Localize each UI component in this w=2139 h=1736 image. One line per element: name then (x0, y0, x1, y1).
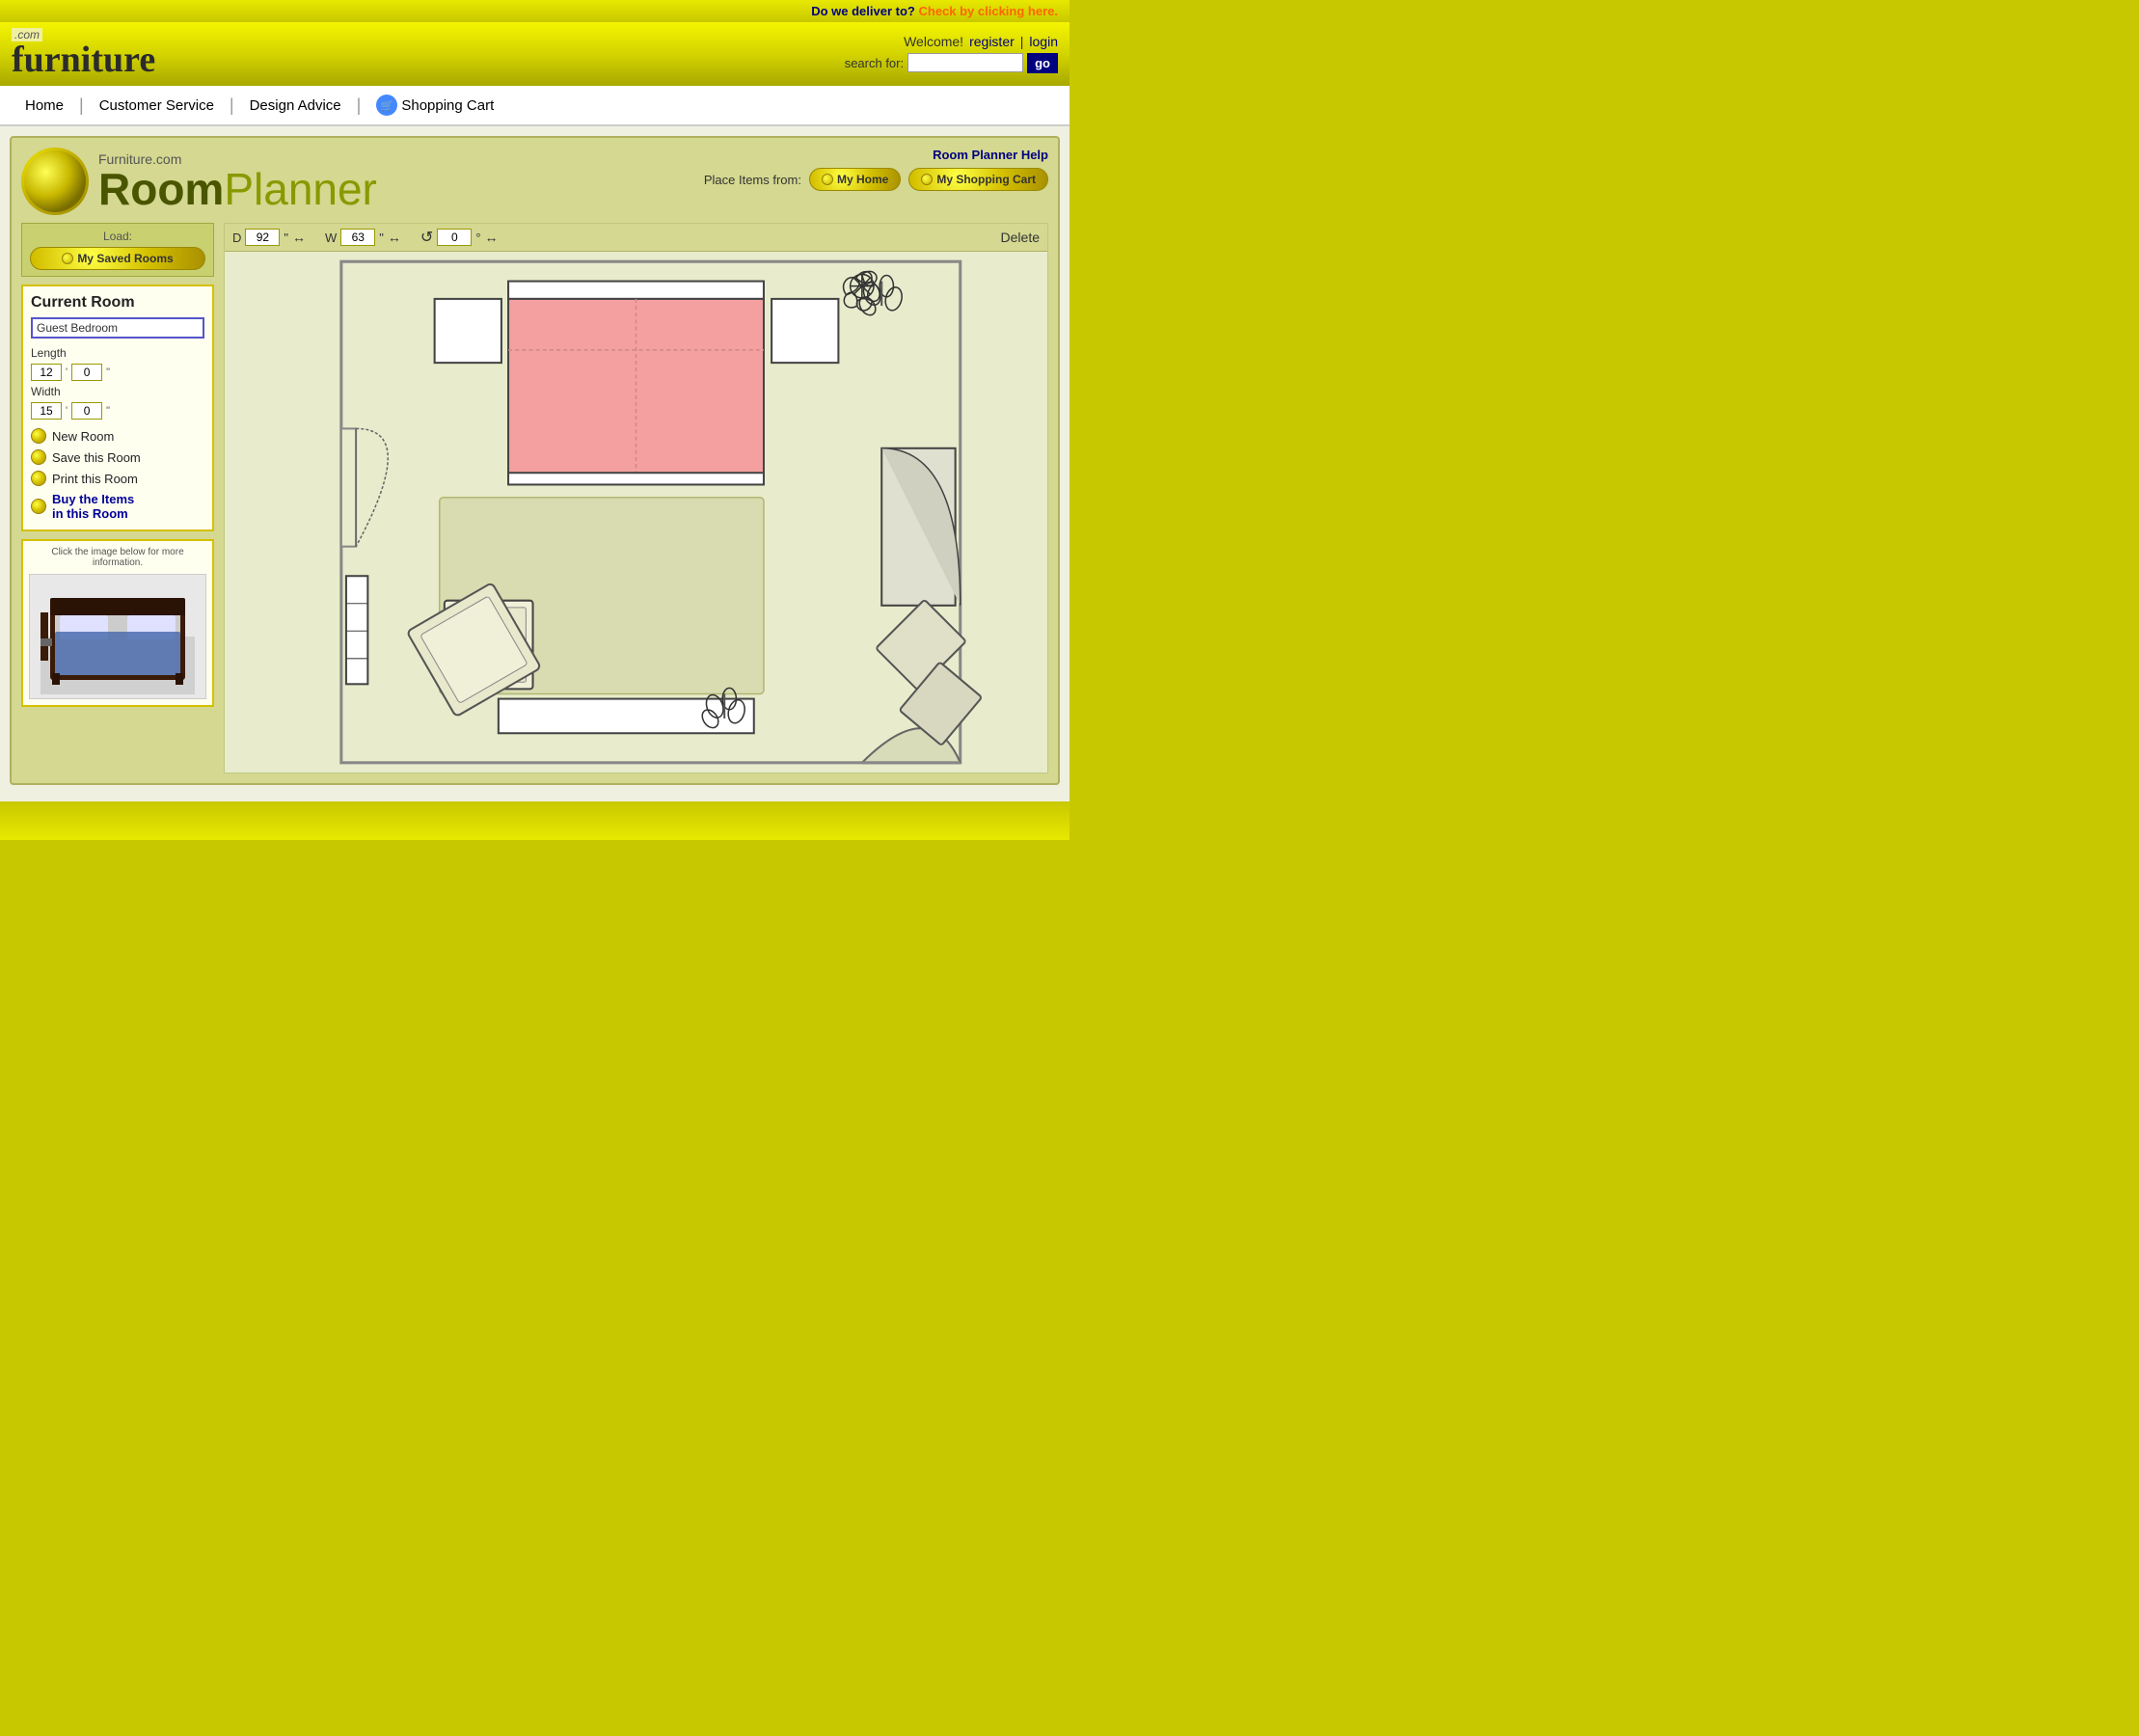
save-room-button[interactable]: Save this Room (31, 448, 204, 466)
room-floor-plan[interactable] (225, 252, 1047, 773)
planner-logo: Furniture.com RoomPlanner (21, 148, 377, 215)
nav-home[interactable]: Home (10, 97, 79, 114)
delivery-link[interactable]: Check by clicking here. (918, 4, 1058, 18)
save-room-dot-icon (31, 449, 46, 465)
login-link[interactable]: login (1029, 34, 1058, 49)
bed-illustration (41, 579, 195, 694)
logo-name: furniture (12, 41, 155, 78)
header-right: Welcome! register | login search for: go (845, 34, 1058, 73)
width-unit: " (106, 405, 110, 417)
depth-label: D (232, 231, 241, 245)
delete-button[interactable]: Delete (1001, 230, 1040, 245)
length-unit: " (106, 366, 110, 378)
saved-rooms-button[interactable]: My Saved Rooms (30, 247, 205, 270)
length-in-input[interactable] (71, 364, 102, 381)
length-label: Length (31, 346, 67, 360)
planner-logo-circle (21, 148, 89, 215)
load-section: Load: My Saved Rooms (21, 223, 214, 277)
width-ctrl-unit: " (379, 231, 384, 245)
nav-shopping-cart[interactable]: 🛒 Shopping Cart (361, 95, 509, 116)
delivery-bar: Do we deliver to? Check by clicking here… (0, 0, 1070, 22)
nav-customer-service[interactable]: Customer Service (84, 97, 230, 114)
saved-rooms-dot-icon (62, 253, 73, 264)
current-room-panel: Current Room Length ' " Width (21, 285, 214, 531)
separator: | (1020, 34, 1024, 49)
nav-design-advice[interactable]: Design Advice (234, 97, 357, 114)
planner-label: Planner (224, 164, 377, 214)
rotate-icon: ↺ (420, 228, 433, 247)
rotation-input[interactable] (437, 229, 472, 246)
load-label: Load: (30, 230, 205, 243)
width-ctrl-input[interactable] (340, 229, 375, 246)
depth-unit: " (284, 231, 288, 245)
info-panel-note: Click the image below for more informati… (29, 547, 206, 568)
width-label: Width (31, 385, 61, 398)
room-actions: New Room Save this Room Print this Room (31, 427, 204, 522)
dim-controls: D " ↔ W " ↔ ↺ ° ↔ (225, 224, 1047, 252)
main-content: Furniture.com RoomPlanner Room Planner H… (0, 126, 1070, 801)
floor-plan-svg (225, 252, 1047, 773)
room-planner-help-link[interactable]: Room Planner Help (704, 148, 1048, 162)
cart-label: Shopping Cart (401, 97, 494, 114)
length-ft-input[interactable] (31, 364, 62, 381)
planner-top-right: Room Planner Help Place Items from: My H… (704, 148, 1048, 191)
room-canvas-area: D " ↔ W " ↔ ↺ ° ↔ (224, 223, 1048, 773)
new-room-button[interactable]: New Room (31, 427, 204, 445)
width-row: Width (31, 385, 204, 398)
my-home-dot-icon (822, 174, 833, 185)
my-shopping-cart-button[interactable]: My Shopping Cart (908, 168, 1048, 191)
bed-image[interactable] (29, 574, 206, 699)
register-link[interactable]: register (969, 34, 1015, 49)
planner-title: Furniture.com RoomPlanner (98, 151, 377, 211)
length-row: Length (31, 346, 204, 360)
left-panel: Load: My Saved Rooms Current Room Length (21, 223, 214, 773)
width-ctrl-label: W (325, 231, 337, 245)
depth-input[interactable] (245, 229, 280, 246)
new-room-dot-icon (31, 428, 46, 444)
my-home-button[interactable]: My Home (809, 168, 901, 191)
cart-icon: 🛒 (376, 95, 397, 116)
planner-top: Furniture.com RoomPlanner Room Planner H… (21, 148, 1048, 215)
bottom-bar (0, 801, 1070, 840)
my-cart-dot-icon (921, 174, 933, 185)
print-room-dot-icon (31, 471, 46, 486)
degree-unit: ° (475, 231, 480, 245)
room-label: Room (98, 164, 224, 214)
buy-items-dot-icon (31, 499, 46, 514)
place-items-label: Place Items from: (704, 173, 801, 187)
delivery-label: Do we deliver to? (811, 4, 915, 18)
logo-area: .com furniture (12, 28, 155, 78)
search-label: search for: (845, 56, 904, 70)
buy-items-button[interactable]: Buy the Items in this Room (31, 491, 204, 522)
header: .com furniture Welcome! register | login… (0, 22, 1070, 86)
nav-bar: Home | Customer Service | Design Advice … (0, 86, 1070, 126)
place-items-row: Place Items from: My Home My Shopping Ca… (704, 168, 1048, 191)
room-planner-container: Furniture.com RoomPlanner Room Planner H… (10, 136, 1060, 785)
width-ft-input[interactable] (31, 402, 62, 420)
go-button[interactable]: go (1027, 53, 1058, 73)
info-panel: Click the image below for more informati… (21, 539, 214, 707)
current-room-title: Current Room (31, 294, 204, 312)
search-input[interactable] (907, 53, 1023, 72)
planner-body: Load: My Saved Rooms Current Room Length (21, 223, 1048, 773)
print-room-button[interactable]: Print this Room (31, 470, 204, 487)
width-in-input[interactable] (71, 402, 102, 420)
room-name-input[interactable] (31, 317, 204, 339)
welcome-text: Welcome! (904, 34, 963, 49)
